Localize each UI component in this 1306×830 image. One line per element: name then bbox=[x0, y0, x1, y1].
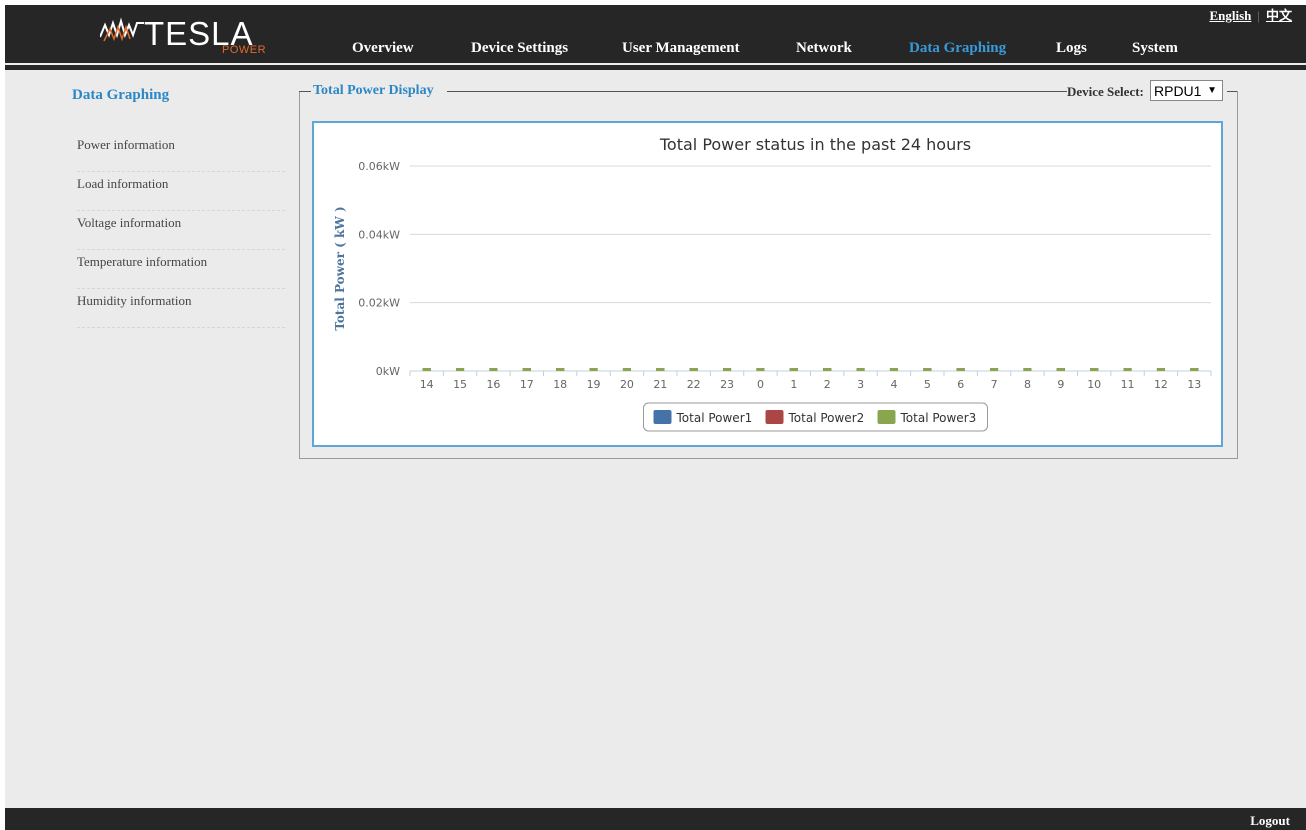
chart-container: Total Power status in the past 24 hours 0… bbox=[312, 121, 1223, 447]
legend-swatch bbox=[653, 410, 672, 424]
footer-bar: Logout bbox=[5, 808, 1306, 830]
legend-swatch bbox=[765, 410, 784, 424]
language-chinese-link[interactable]: 中文 bbox=[1266, 8, 1292, 23]
nav-network[interactable]: Network bbox=[796, 40, 852, 57]
bar-total-power3 bbox=[422, 368, 431, 371]
x-tick-label: 1 bbox=[790, 378, 797, 391]
nav-data-graphing[interactable]: Data Graphing bbox=[909, 40, 1006, 57]
sidebar-item-temperature-information[interactable]: Temperature information bbox=[77, 250, 285, 289]
bar-total-power3 bbox=[923, 368, 932, 371]
page-frame: TESLA POWER English | 中文 Overview Device S… bbox=[5, 5, 1306, 830]
language-separator: | bbox=[1257, 8, 1260, 23]
bar-total-power3 bbox=[689, 368, 698, 371]
x-tick-label: 15 bbox=[453, 378, 467, 391]
nav-device-settings[interactable]: Device Settings bbox=[471, 40, 568, 57]
bar-total-power3 bbox=[756, 368, 765, 371]
x-tick-label: 18 bbox=[553, 378, 567, 391]
sidebar-title: Data Graphing bbox=[72, 87, 170, 103]
bar-total-power3 bbox=[1156, 368, 1165, 371]
x-tick-label: 0 bbox=[757, 378, 764, 391]
bar-total-power3 bbox=[1090, 368, 1099, 371]
x-tick-label: 16 bbox=[486, 378, 500, 391]
x-tick-label: 2 bbox=[824, 378, 831, 391]
x-tick-label: 21 bbox=[653, 378, 667, 391]
bar-total-power3 bbox=[956, 368, 965, 371]
nav-logs[interactable]: Logs bbox=[1056, 40, 1087, 57]
sidebar-item-humidity-information[interactable]: Humidity information bbox=[77, 289, 285, 328]
tesla-power-logo[interactable]: TESLA POWER bbox=[100, 15, 266, 61]
y-tick-label: 0.06kW bbox=[358, 160, 400, 173]
x-tick-label: 10 bbox=[1087, 378, 1101, 391]
x-tick-label: 14 bbox=[420, 378, 434, 391]
x-tick-label: 20 bbox=[620, 378, 634, 391]
header-underbar bbox=[5, 65, 1306, 70]
chart-title: Total Power status in the past 24 hours bbox=[659, 135, 971, 154]
nav-user-management[interactable]: User Management bbox=[622, 40, 740, 57]
panel-title: Total Power Display bbox=[313, 83, 434, 98]
x-tick-label: 12 bbox=[1154, 378, 1168, 391]
logo-subtext: POWER bbox=[222, 44, 267, 56]
legend-label: Total Power1 bbox=[676, 411, 753, 425]
nav-overview[interactable]: Overview bbox=[352, 40, 414, 57]
x-tick-label: 7 bbox=[991, 378, 998, 391]
x-tick-label: 17 bbox=[520, 378, 534, 391]
x-tick-label: 23 bbox=[720, 378, 734, 391]
device-select-label: Device Select: bbox=[1067, 84, 1144, 99]
x-tick-label: 11 bbox=[1121, 378, 1135, 391]
device-select-value: RPDU1 bbox=[1154, 83, 1202, 99]
nav-system[interactable]: System bbox=[1132, 40, 1178, 57]
x-tick-label: 6 bbox=[957, 378, 964, 391]
dropdown-arrow-icon: ▼ bbox=[1207, 85, 1217, 96]
bar-total-power3 bbox=[489, 368, 498, 371]
total-power-chart: Total Power status in the past 24 hours 0… bbox=[333, 135, 1212, 432]
x-tick-label: 13 bbox=[1187, 378, 1201, 391]
bar-total-power3 bbox=[1190, 368, 1199, 371]
language-english-link[interactable]: English bbox=[1209, 8, 1251, 23]
legend-label: Total Power3 bbox=[900, 411, 977, 425]
y-tick-label: 0.02kW bbox=[358, 297, 400, 310]
panel-border-top-left bbox=[299, 91, 311, 92]
bar-total-power3 bbox=[889, 368, 898, 371]
bar-total-power3 bbox=[522, 368, 531, 371]
device-select-dropdown[interactable]: RPDU1 ▼ bbox=[1150, 80, 1223, 101]
x-tick-label: 19 bbox=[587, 378, 601, 391]
bar-total-power3 bbox=[723, 368, 732, 371]
sidebar-item-power-information[interactable]: Power information bbox=[77, 133, 285, 172]
bar-total-power3 bbox=[856, 368, 865, 371]
bar-total-power3 bbox=[990, 368, 999, 371]
x-tick-label: 4 bbox=[890, 378, 897, 391]
logout-link[interactable]: Logout bbox=[1250, 813, 1290, 829]
sidebar-item-voltage-information[interactable]: Voltage information bbox=[77, 211, 285, 250]
bar-total-power3 bbox=[589, 368, 598, 371]
panel-border-top-middle bbox=[447, 91, 1067, 92]
bar-total-power3 bbox=[622, 368, 631, 371]
logo-wave-icon bbox=[100, 17, 144, 42]
header-bar: TESLA POWER English | 中文 Overview Device S… bbox=[5, 5, 1306, 63]
sidebar-item-load-information[interactable]: Load information bbox=[77, 172, 285, 211]
bar-total-power3 bbox=[1123, 368, 1132, 371]
bar-total-power3 bbox=[789, 368, 798, 371]
bar-total-power3 bbox=[823, 368, 832, 371]
y-tick-label: 0kW bbox=[376, 365, 400, 378]
bar-total-power3 bbox=[1023, 368, 1032, 371]
bar-total-power3 bbox=[1056, 368, 1065, 371]
legend-label: Total Power2 bbox=[788, 411, 865, 425]
x-tick-label: 8 bbox=[1024, 378, 1031, 391]
x-tick-label: 22 bbox=[687, 378, 701, 391]
bar-total-power3 bbox=[556, 368, 565, 371]
x-tick-label: 5 bbox=[924, 378, 931, 391]
x-tick-label: 9 bbox=[1057, 378, 1064, 391]
y-axis-label: Total Power ( kW ) bbox=[333, 206, 347, 330]
language-switcher: English | 中文 bbox=[1209, 5, 1292, 24]
panel-border-top-right bbox=[1227, 91, 1237, 92]
y-tick-label: 0.04kW bbox=[358, 228, 400, 241]
bar-total-power3 bbox=[456, 368, 465, 371]
legend-swatch bbox=[877, 410, 896, 424]
x-tick-label: 3 bbox=[857, 378, 864, 391]
bar-total-power3 bbox=[656, 368, 665, 371]
